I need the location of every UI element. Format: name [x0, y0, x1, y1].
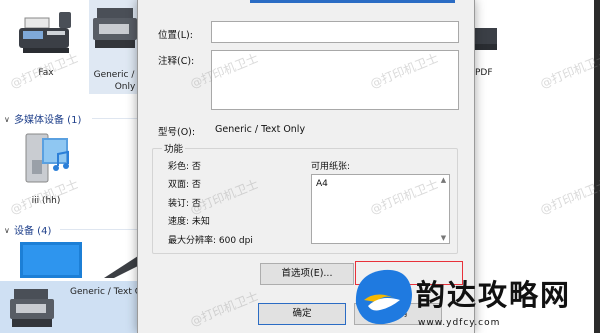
devices-section-title: 设备 (4) — [14, 226, 52, 237]
site-logo: 韵达攻略网 www.ydfcy.com — [350, 262, 600, 333]
keyboard-icon — [104, 256, 138, 278]
location-label: 位置(L): — [158, 30, 193, 41]
printer-icon — [10, 289, 54, 327]
model-value: Generic / Text Only — [215, 124, 306, 135]
location-field[interactable] — [211, 21, 459, 43]
paper-label: 可用纸张: — [311, 162, 351, 172]
pdf-device[interactable]: PDF — [475, 6, 515, 84]
pdf-label: PDF — [475, 68, 493, 78]
watermark: @打印机卫士 — [538, 50, 600, 91]
comment-label: 注释(C): — [158, 56, 195, 67]
model-label: 型号(O): — [158, 127, 196, 138]
ok-button[interactable]: 确定 — [258, 303, 346, 325]
section-divider — [92, 118, 137, 119]
keyboard-device[interactable] — [104, 252, 138, 278]
scroll-up-icon[interactable]: ▲ — [439, 176, 448, 184]
feature-duplex: 双面: 否 — [168, 180, 201, 190]
logo-mark-icon — [355, 269, 412, 325]
monitor-icon — [20, 242, 82, 278]
selected-device-row[interactable]: Generic / Text C — [0, 281, 141, 333]
chevron-down-icon[interactable]: ∨ — [4, 115, 10, 124]
scroll-down-icon[interactable]: ▼ — [439, 234, 448, 242]
tab-strip-accent — [250, 0, 455, 3]
generic-label-line1: Generic / — [93, 70, 135, 80]
preferences-button[interactable]: 首选项(E)... — [260, 263, 354, 285]
features-group-title: 功能 — [162, 141, 186, 155]
logo-url: www.ydfcy.com — [418, 318, 501, 328]
printer-icon — [93, 8, 137, 48]
multimedia-section-title: 多媒体设备 (1) — [14, 115, 82, 126]
paper-item[interactable]: A4 — [316, 179, 328, 189]
monitor-device[interactable] — [18, 240, 88, 280]
section-divider — [60, 229, 137, 230]
chevron-down-icon[interactable]: ∨ — [4, 226, 10, 235]
logo-brand: 韵达攻略网 — [416, 278, 572, 312]
generic-device-top[interactable]: Generic / Only — [89, 0, 139, 94]
feature-max-resolution: 最大分辨率: 600 dpi — [168, 236, 253, 246]
watermark: @打印机卫士 — [538, 176, 600, 217]
feature-color: 彩色: 否 — [168, 162, 201, 172]
generic-label-line2: Only — [114, 82, 136, 92]
feature-speed: 速度: 未知 — [168, 217, 210, 227]
pdf-printer-icon — [475, 28, 497, 50]
